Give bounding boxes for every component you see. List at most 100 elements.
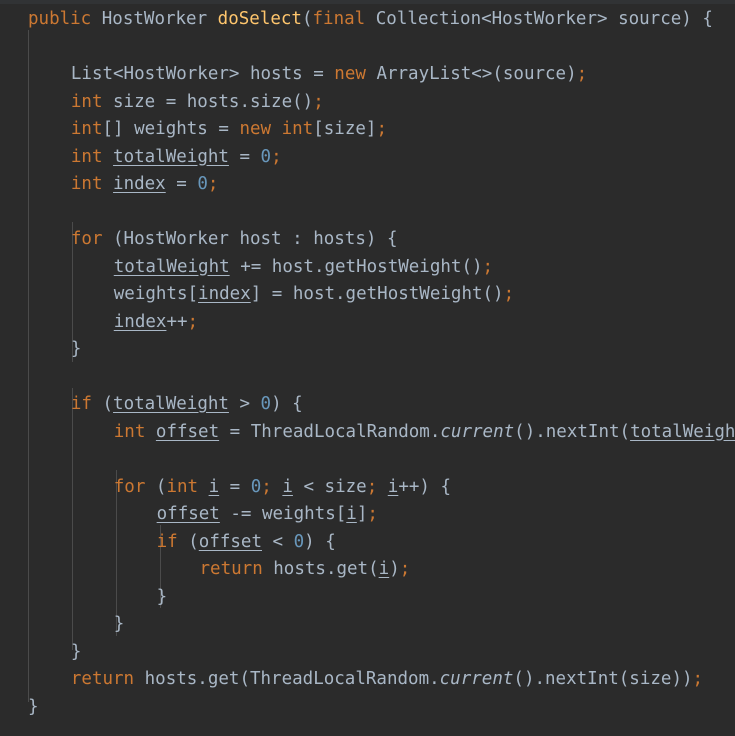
- code-token: ;: [313, 91, 324, 112]
- code-token: ) {: [271, 394, 303, 414]
- code-token: =: [313, 64, 335, 84]
- code-token: =: [219, 476, 251, 497]
- code-token: offset: [156, 504, 220, 524]
- code-line[interactable]: if (offset < 0) {: [0, 529, 735, 557]
- code-token: ;: [261, 476, 283, 497]
- code-token: hosts.get(ThreadLocalRandom.: [134, 669, 440, 689]
- code-token: ] = host.getHostWeight(): [250, 284, 504, 304]
- code-line[interactable]: }: [0, 611, 735, 639]
- code-token: HostWorker: [101, 9, 208, 29]
- code-line[interactable]: int size = hosts.size();: [0, 89, 735, 117]
- code-token: i: [282, 476, 293, 497]
- code-token: =: [165, 174, 198, 194]
- code-token: int: [281, 119, 314, 139]
- code-line[interactable]: [0, 446, 735, 474]
- code-line[interactable]: for (HostWorker host : hosts) {: [0, 226, 735, 254]
- code-token: i: [378, 559, 390, 579]
- code-token: if: [70, 394, 92, 414]
- code-token: 0: [260, 146, 272, 167]
- code-line[interactable]: int totalWeight = 0;: [0, 144, 735, 172]
- code-line[interactable]: totalWeight += host.getHostWeight();: [0, 254, 735, 282]
- code-line[interactable]: for (int i = 0; i < size; i++) {: [0, 474, 735, 502]
- code-token: (: [177, 531, 199, 552]
- code-line[interactable]: return hosts.get(i);: [0, 556, 735, 584]
- code-token: (: [91, 394, 114, 414]
- code-line[interactable]: return hosts.get(ThreadLocalRandom.curre…: [0, 666, 735, 694]
- code-token: ArrayList<>(source): [376, 64, 577, 84]
- code-token: i: [208, 476, 220, 497]
- code-token: public: [28, 9, 92, 29]
- code-token: return: [199, 559, 263, 579]
- code-token: offset: [155, 421, 220, 442]
- code-token: ;: [271, 146, 282, 167]
- code-token: 0: [293, 531, 305, 552]
- code-line[interactable]: [0, 364, 735, 392]
- code-line[interactable]: }: [0, 694, 735, 722]
- editor-top-strip: [0, 0, 735, 4]
- code-line[interactable]: }: [0, 336, 735, 364]
- code-line[interactable]: [0, 199, 735, 227]
- code-token: (: [145, 476, 167, 497]
- code-token: int: [70, 174, 103, 194]
- code-line[interactable]: }: [0, 639, 735, 667]
- code-token: index: [198, 284, 251, 304]
- code-line[interactable]: offset -= weights[i];: [0, 501, 735, 529]
- code-line[interactable]: public HostWorker doSelect(final Collect…: [0, 6, 735, 34]
- code-token: ) {: [304, 531, 336, 552]
- code-token: ;: [207, 174, 219, 194]
- code-token: [size]: [313, 119, 377, 139]
- code-line[interactable]: List<HostWorker> hosts = new ArrayList<>…: [0, 61, 735, 89]
- code-line[interactable]: int index = 0;: [0, 171, 735, 199]
- code-token: }: [156, 586, 168, 607]
- code-token: (HostWorker host : hosts) {: [102, 229, 398, 249]
- code-token: ): [389, 559, 400, 579]
- code-token: Collection<HostWorker> source) {: [375, 9, 713, 29]
- code-token: int: [70, 119, 103, 139]
- code-token: doSelect: [217, 9, 302, 29]
- code-token: =: [228, 146, 261, 167]
- code-token: ;: [692, 669, 704, 689]
- code-line[interactable]: if (totalWeight > 0) {: [0, 391, 735, 419]
- code-line[interactable]: [0, 34, 735, 62]
- code-token: ++: [166, 311, 188, 332]
- code-token: ().nextInt(size)): [513, 669, 693, 689]
- code-editor-pane[interactable]: public HostWorker doSelect(final Collect…: [0, 0, 735, 736]
- code-token: = ThreadLocalRandom.: [219, 421, 441, 442]
- code-token: ]: [356, 504, 368, 524]
- code-token: for: [113, 476, 146, 497]
- code-token: if: [156, 531, 178, 552]
- code-token: -= weights[: [219, 504, 347, 524]
- code-line[interactable]: }: [0, 584, 735, 612]
- code-token: for: [70, 229, 103, 249]
- code-token: += host.getHostWeight(): [229, 256, 483, 277]
- code-token: ;: [187, 311, 199, 332]
- code-content[interactable]: public HostWorker doSelect(final Collect…: [0, 6, 735, 721]
- code-token: }: [70, 641, 82, 662]
- code-token: 0: [250, 476, 262, 497]
- code-token: ;: [367, 504, 378, 524]
- code-token: int: [70, 91, 103, 112]
- code-token: >: [228, 394, 261, 414]
- code-line[interactable]: int[] weights = new int[size];: [0, 116, 735, 144]
- code-token: current: [439, 669, 514, 689]
- code-line[interactable]: weights[index] = host.getHostWeight();: [0, 281, 735, 309]
- code-token: (: [301, 9, 313, 29]
- code-token: totalWeight: [113, 256, 230, 277]
- code-token: i: [346, 504, 357, 524]
- code-token: [] weights =: [102, 119, 240, 139]
- code-token: return: [70, 669, 135, 689]
- code-token: < size: [292, 476, 367, 497]
- code-token: totalWeight: [630, 421, 735, 442]
- code-token: int: [70, 146, 103, 167]
- code-token: List<HostWorker> hosts: [70, 64, 314, 84]
- code-token: ;: [503, 284, 515, 304]
- code-line[interactable]: int offset = ThreadLocalRandom.current()…: [0, 419, 735, 447]
- code-token: weights[: [113, 284, 199, 304]
- code-token: ;: [482, 256, 494, 277]
- code-token: totalWeight: [113, 146, 229, 167]
- code-line[interactable]: index++;: [0, 309, 735, 337]
